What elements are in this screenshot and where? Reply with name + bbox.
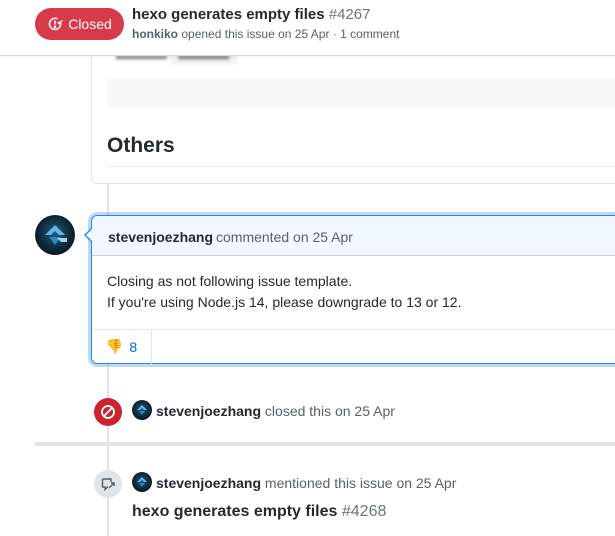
issue-state-badge: Closed xyxy=(35,8,124,40)
sticky-issue-header: Closed hexo generates empty files #4267 … xyxy=(0,0,615,56)
closed-event-text: stevenjoezhang closed this on 25 Apr xyxy=(156,403,395,419)
section-heading-others: Others xyxy=(107,134,175,157)
timeline-divider xyxy=(35,442,615,446)
issue-number: #4267 xyxy=(328,6,371,23)
referenced-issue-link[interactable]: hexo generates empty files #4268 xyxy=(132,503,386,521)
heading-rule xyxy=(107,166,615,167)
issue-title-text: hexo generates empty files xyxy=(132,6,325,23)
circle-slash-icon xyxy=(101,405,115,419)
cross-reference-badge xyxy=(94,470,122,498)
issue-author-link[interactable]: honkiko xyxy=(132,27,178,41)
comment-body: Closing as not following issue template.… xyxy=(107,271,461,313)
closed-event-badge xyxy=(94,398,122,426)
comment-header: stevenjoezhang commented on 25 Apr xyxy=(92,216,615,256)
event-actor-link[interactable]: stevenjoezhang xyxy=(156,475,261,491)
issue-state-label: Closed xyxy=(68,16,112,32)
code-block xyxy=(107,78,615,109)
comment-timestamp[interactable]: commented on 25 Apr xyxy=(216,229,353,245)
issue-closed-icon xyxy=(48,17,63,31)
comment-author-link[interactable]: stevenjoezhang xyxy=(108,229,213,245)
reaction-thumbs-down-button[interactable]: 👎 8 xyxy=(92,330,152,364)
comment-caret xyxy=(84,227,93,243)
comment-body-line: If you're using Node.js 14, please downg… xyxy=(107,294,462,310)
issue-meta: honkiko opened this issue on 25 Apr · 1 … xyxy=(132,27,400,41)
timeline-line xyxy=(107,184,109,215)
mentioned-event-text: stevenjoezhang mentioned this issue on 2… xyxy=(156,475,456,491)
event-actor-link[interactable]: stevenjoezhang xyxy=(156,403,261,419)
avatar[interactable] xyxy=(132,400,152,420)
event-description: mentioned this issue on 25 Apr xyxy=(264,475,457,491)
comment-body-line: Closing as not following issue template. xyxy=(107,273,353,289)
avatar[interactable] xyxy=(132,472,152,492)
cross-reference-icon xyxy=(101,478,115,492)
referenced-issue-number: #4268 xyxy=(341,503,387,520)
thumbs-down-icon: 👎 xyxy=(105,339,124,355)
referenced-issue-title: hexo generates empty files xyxy=(132,503,338,520)
event-description: closed this on 25 Apr xyxy=(264,403,395,419)
comment-box: stevenjoezhang commented on 25 Apr Closi… xyxy=(84,215,615,364)
avatar[interactable] xyxy=(35,215,75,255)
reactions-bar: 👎 8 xyxy=(92,329,615,364)
reaction-count: 8 xyxy=(129,339,138,355)
issue-meta-text: opened this issue on 25 Apr · 1 comment xyxy=(181,27,400,41)
issue-title[interactable]: hexo generates empty files #4267 xyxy=(132,6,370,23)
